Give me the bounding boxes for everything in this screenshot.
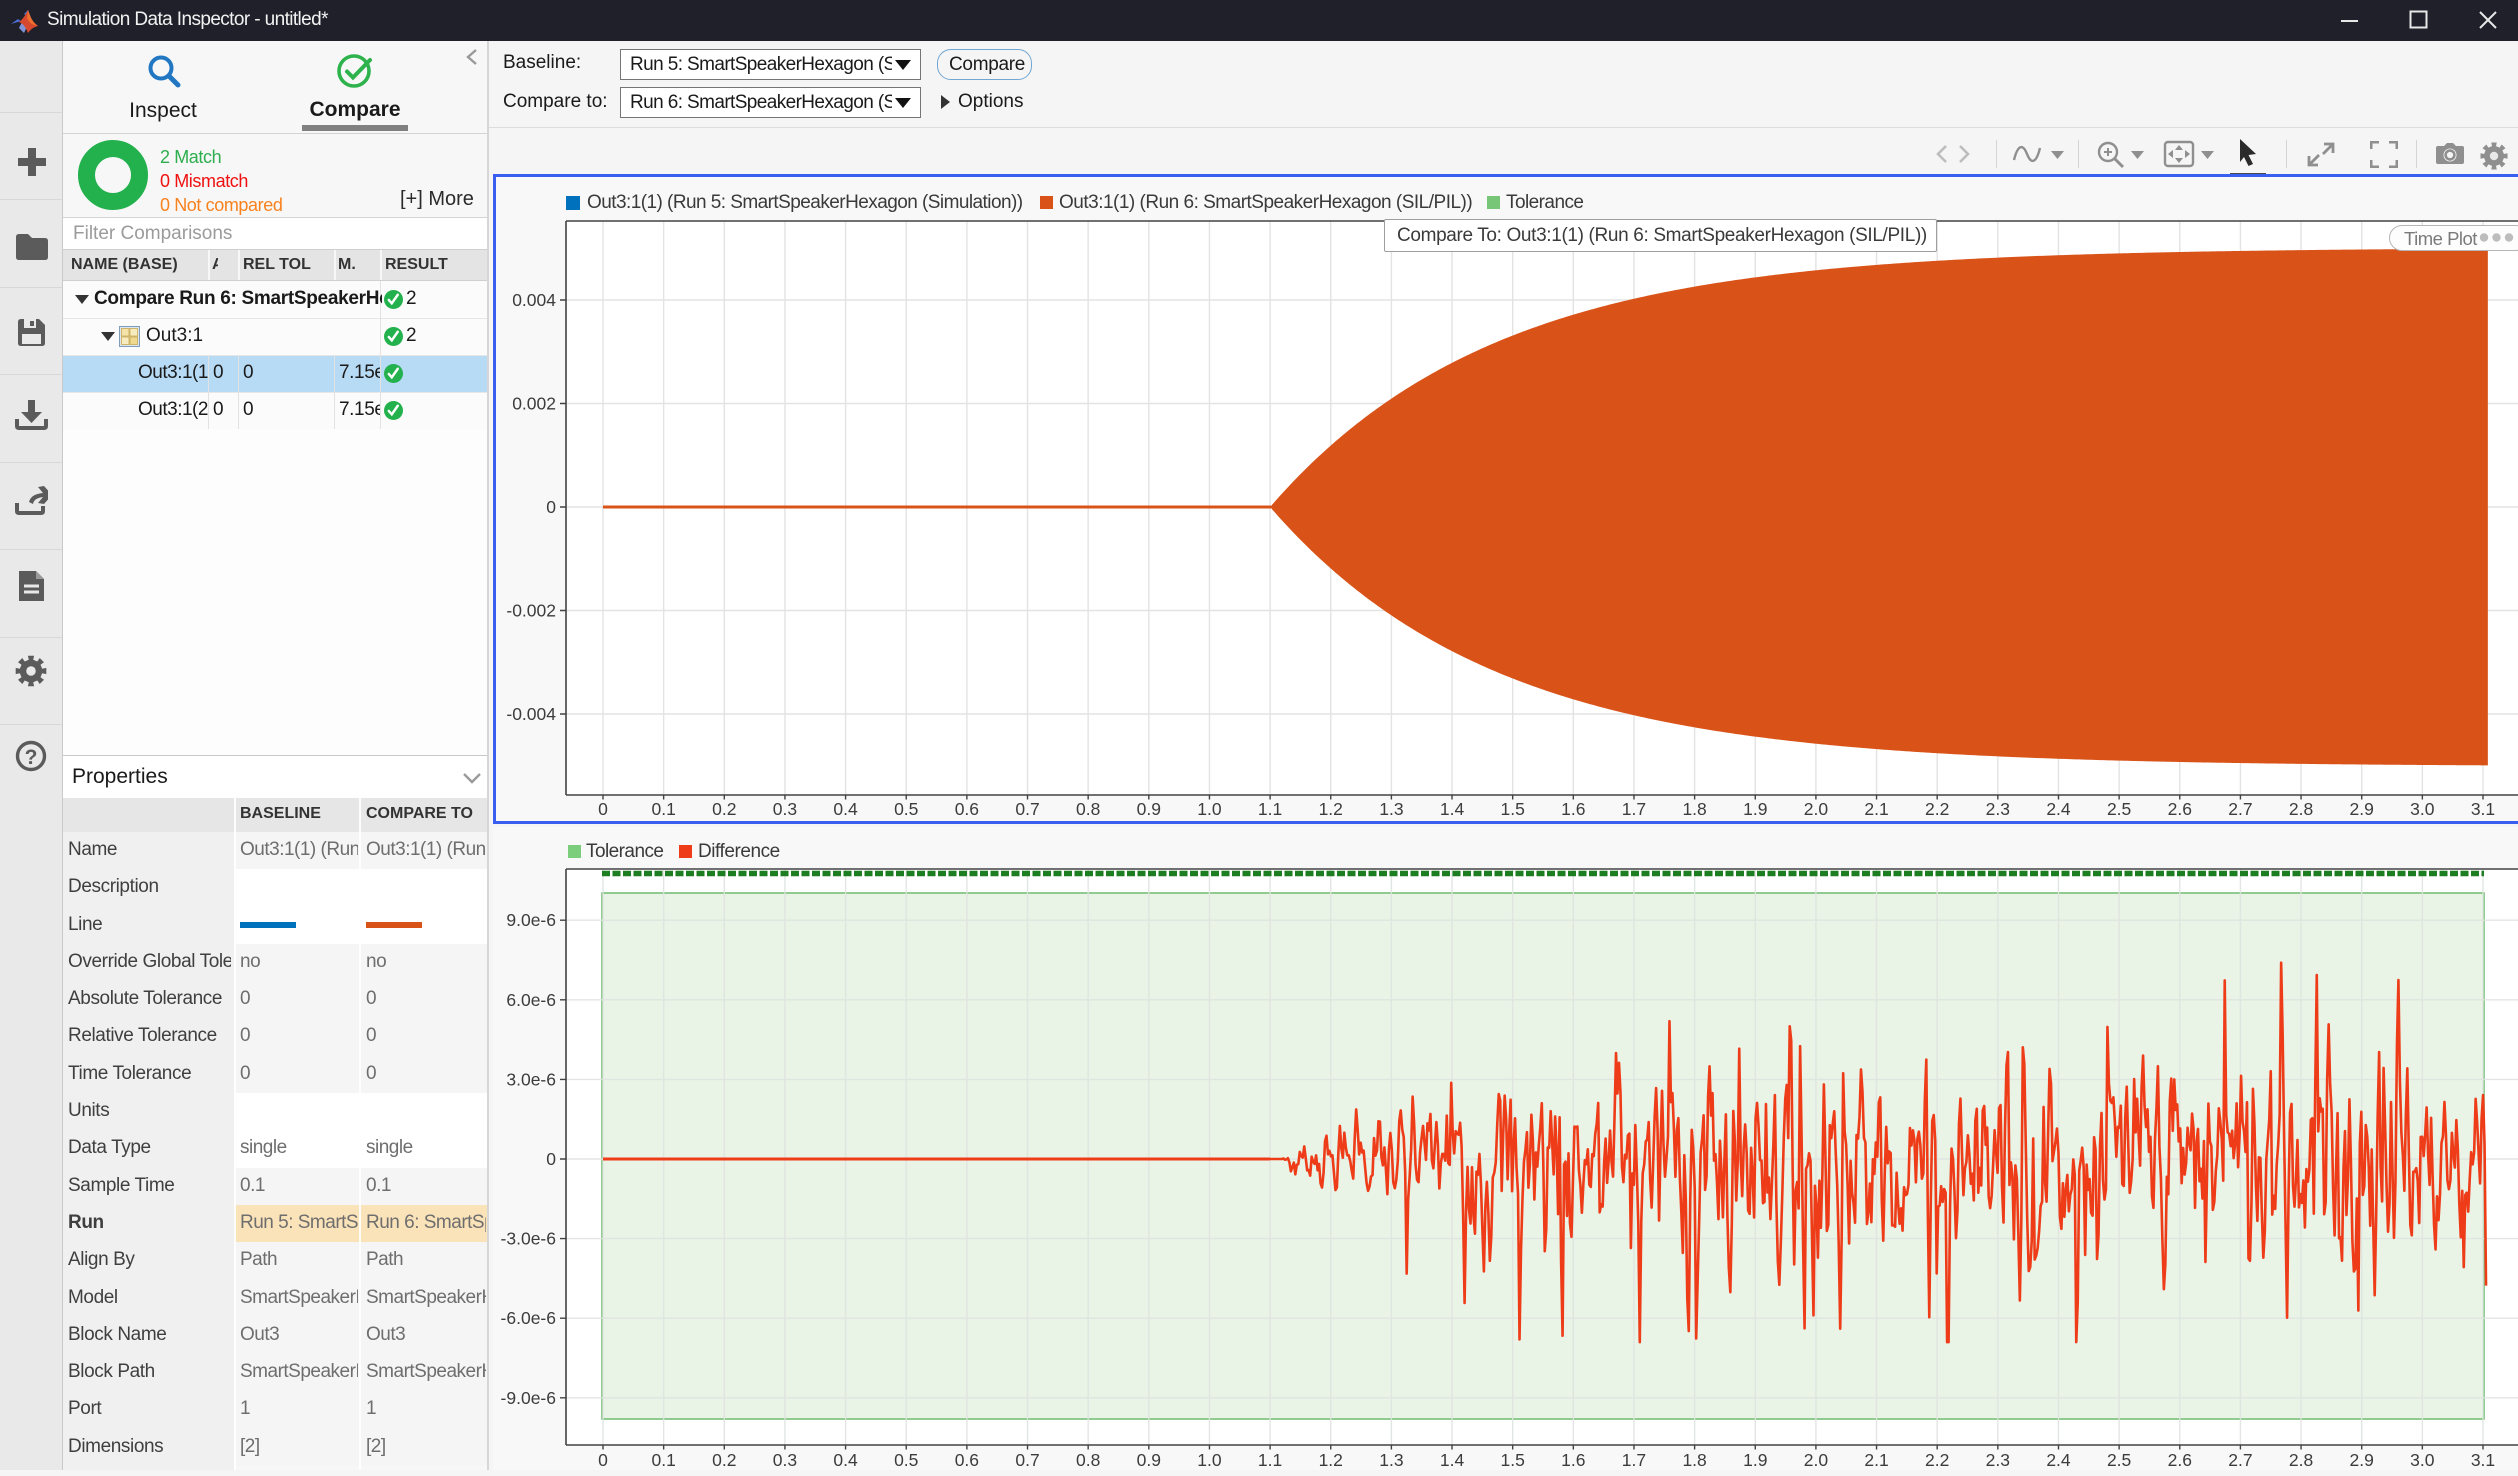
svg-text:0.3: 0.3 [773, 799, 797, 819]
svg-text:6.0e-6: 6.0e-6 [506, 990, 556, 1010]
svg-text:1.8: 1.8 [1682, 1450, 1706, 1470]
svg-text:2.0: 2.0 [1804, 1450, 1829, 1470]
svg-text:1.6: 1.6 [1561, 1450, 1585, 1470]
svg-text:1.2: 1.2 [1319, 1450, 1343, 1470]
svg-text:0.004: 0.004 [512, 290, 556, 310]
svg-text:1.3: 1.3 [1379, 1450, 1403, 1470]
svg-text:0: 0 [546, 497, 556, 517]
svg-text:3.0: 3.0 [2410, 1450, 2435, 1470]
svg-text:0: 0 [598, 1450, 608, 1470]
svg-text:0.4: 0.4 [833, 799, 858, 819]
svg-text:-9.0e-6: -9.0e-6 [501, 1388, 556, 1408]
svg-text:2.3: 2.3 [1986, 799, 2010, 819]
svg-text:3.1: 3.1 [2471, 1450, 2495, 1470]
svg-text:2.8: 2.8 [2289, 799, 2313, 819]
svg-text:2.4: 2.4 [2046, 799, 2071, 819]
svg-text:1.2: 1.2 [1319, 799, 1343, 819]
svg-text:0.5: 0.5 [894, 1450, 918, 1470]
svg-text:3.1: 3.1 [2471, 799, 2495, 819]
svg-text:-6.0e-6: -6.0e-6 [501, 1308, 556, 1328]
svg-text:2.1: 2.1 [1864, 799, 1888, 819]
svg-text:2.7: 2.7 [2228, 1450, 2252, 1470]
svg-text:2.6: 2.6 [2168, 799, 2192, 819]
svg-text:0.6: 0.6 [955, 799, 979, 819]
svg-text:0.2: 0.2 [712, 799, 736, 819]
svg-text:0.1: 0.1 [651, 799, 675, 819]
svg-text:0.7: 0.7 [1015, 799, 1039, 819]
svg-text:2.1: 2.1 [1864, 1450, 1888, 1470]
svg-text:2.9: 2.9 [2350, 1450, 2374, 1470]
svg-text:1.9: 1.9 [1743, 1450, 1767, 1470]
svg-text:3.0e-6: 3.0e-6 [506, 1069, 556, 1089]
svg-text:2.8: 2.8 [2289, 1450, 2313, 1470]
svg-text:9.0e-6: 9.0e-6 [506, 910, 556, 930]
svg-text:2.2: 2.2 [1925, 1450, 1949, 1470]
svg-text:1.0: 1.0 [1197, 799, 1222, 819]
svg-text:-0.004: -0.004 [506, 704, 556, 724]
svg-text:2.3: 2.3 [1986, 1450, 2010, 1470]
svg-text:1.3: 1.3 [1379, 799, 1403, 819]
svg-text:-3.0e-6: -3.0e-6 [501, 1229, 556, 1249]
svg-text:?: ? [25, 746, 38, 769]
svg-text:1.5: 1.5 [1501, 799, 1525, 819]
svg-text:2.2: 2.2 [1925, 799, 1949, 819]
svg-text:1.1: 1.1 [1258, 1450, 1282, 1470]
svg-text:1.4: 1.4 [1440, 1450, 1465, 1470]
svg-text:2.0: 2.0 [1804, 799, 1829, 819]
svg-text:-0.002: -0.002 [506, 601, 556, 621]
svg-text:0.9: 0.9 [1137, 1450, 1161, 1470]
svg-text:1.7: 1.7 [1622, 799, 1646, 819]
svg-text:0: 0 [546, 1149, 556, 1169]
svg-text:1.1: 1.1 [1258, 799, 1282, 819]
svg-text:1.0: 1.0 [1197, 1450, 1222, 1470]
svg-text:1.9: 1.9 [1743, 799, 1767, 819]
svg-text:0.3: 0.3 [773, 1450, 797, 1470]
svg-text:1.6: 1.6 [1561, 799, 1585, 819]
svg-text:0.8: 0.8 [1076, 1450, 1100, 1470]
svg-text:2.5: 2.5 [2107, 1450, 2131, 1470]
svg-text:0.9: 0.9 [1137, 799, 1161, 819]
svg-text:0.5: 0.5 [894, 799, 918, 819]
svg-text:1.8: 1.8 [1682, 799, 1706, 819]
svg-text:1.4: 1.4 [1440, 799, 1465, 819]
svg-text:2.5: 2.5 [2107, 799, 2131, 819]
svg-text:1.5: 1.5 [1501, 1450, 1525, 1470]
svg-text:0.6: 0.6 [955, 1450, 979, 1470]
svg-text:0.7: 0.7 [1015, 1450, 1039, 1470]
svg-text:0.2: 0.2 [712, 1450, 736, 1470]
svg-text:0.002: 0.002 [512, 394, 556, 414]
svg-text:2.9: 2.9 [2350, 799, 2374, 819]
svg-text:3.0: 3.0 [2410, 799, 2435, 819]
svg-text:2.7: 2.7 [2228, 799, 2252, 819]
svg-text:0.4: 0.4 [833, 1450, 858, 1470]
svg-text:0.1: 0.1 [651, 1450, 675, 1470]
svg-text:2.4: 2.4 [2046, 1450, 2071, 1470]
svg-text:0: 0 [598, 799, 608, 819]
svg-text:2.6: 2.6 [2168, 1450, 2192, 1470]
svg-text:1.7: 1.7 [1622, 1450, 1646, 1470]
svg-text:0.8: 0.8 [1076, 799, 1100, 819]
